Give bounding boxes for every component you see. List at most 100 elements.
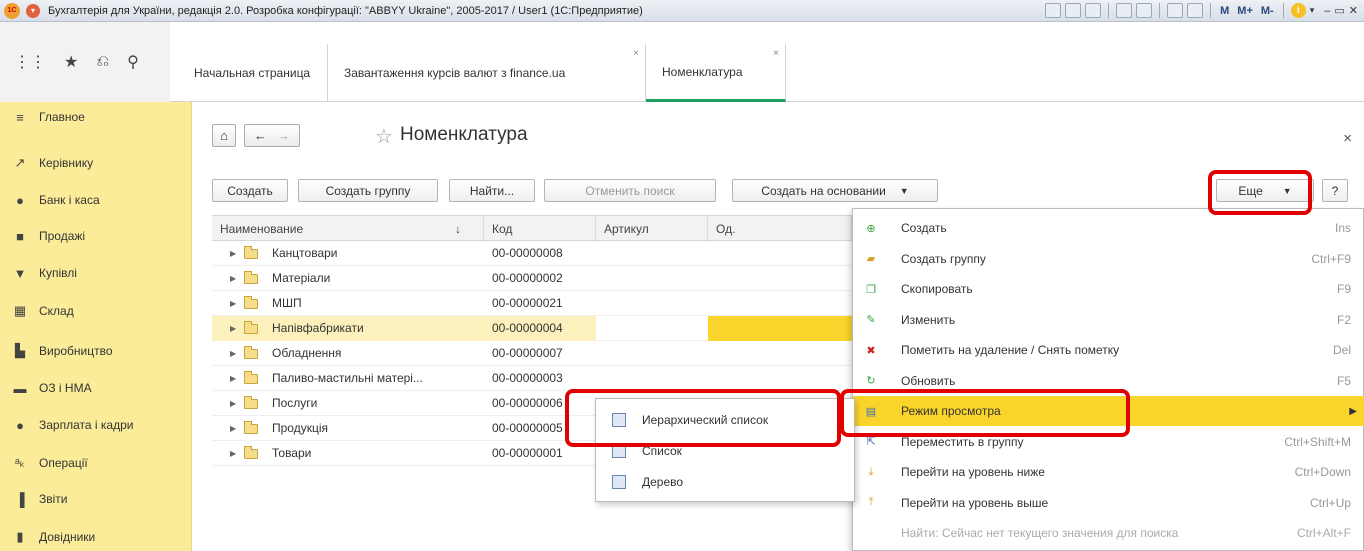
main-menu-dropdown-icon[interactable]: ▾ (26, 3, 40, 18)
row-article (596, 266, 708, 291)
history-icon[interactable]: ⎌ (96, 53, 109, 71)
menu-item-label: Изменить (901, 312, 956, 327)
tab-currency-load[interactable]: Завантаження курсів валют з finance.ua × (328, 44, 646, 102)
preview-icon[interactable] (1085, 3, 1102, 18)
minimize-icon[interactable]: – (1324, 5, 1330, 17)
table-row[interactable]: ▶ МШП 00-00000021 (212, 291, 852, 316)
column-header-unit[interactable]: Од. (708, 216, 852, 242)
sidebar-item-directories[interactable]: ▮ Довідники (0, 527, 95, 547)
menu-item-2[interactable]: ▰ Создать группу Ctrl+F9 (853, 244, 1364, 274)
sidebar-item-bank[interactable]: ● Банк і каса (0, 190, 100, 210)
app-logo-icon[interactable]: 1C (4, 2, 20, 19)
menu-item-4[interactable]: ✎ Изменить F2 (853, 305, 1364, 335)
sidebar-item-fixed-assets[interactable]: ▬ ОЗ і НМА (0, 378, 92, 398)
close-tab-icon[interactable]: × (633, 48, 639, 59)
menu-item-label: Скопировать (901, 282, 973, 296)
bar-chart-icon: ▐ (15, 491, 25, 507)
expand-arrow-icon[interactable]: ▶ (230, 391, 236, 416)
row-name: Канцтовари (272, 246, 338, 260)
print-icon[interactable] (1065, 3, 1082, 18)
info-icon[interactable]: i (1290, 3, 1306, 18)
row-unit (708, 291, 852, 316)
copy-icon: ❐ (866, 283, 876, 296)
calendar-icon[interactable] (1187, 3, 1204, 18)
expand-arrow-icon[interactable]: ▶ (230, 366, 236, 391)
close-window-icon[interactable]: ✕ (1349, 4, 1358, 17)
menu-item-10[interactable]: ⤒ Перейти на уровень выше Ctrl+Up (853, 488, 1364, 518)
calculator-icon[interactable] (1167, 3, 1184, 18)
menu-item-1[interactable]: ⊕ Создать Ins (853, 213, 1364, 243)
back-arrow-icon[interactable]: ← (254, 128, 267, 143)
menu-item-5[interactable]: ✖ Пометить на удаление / Снять пометку Del (853, 335, 1364, 365)
find-button[interactable]: Найти... (449, 179, 535, 202)
home-button[interactable]: ⌂ (212, 124, 236, 147)
back-forward-buttons[interactable]: ← → (244, 124, 300, 147)
row-code: 00-00000021 (492, 296, 563, 310)
menu-item-label: Перейти на уровень ниже (901, 465, 1045, 479)
search-icon[interactable]: ⚲ (127, 52, 139, 72)
apps-grid-icon[interactable]: ⋮⋮ (14, 52, 46, 72)
create-based-button[interactable]: Создать на основании ▼ (732, 179, 938, 202)
highlight-view-mode (840, 389, 1130, 437)
view-mode-label: Дерево (642, 475, 684, 489)
close-tab-icon[interactable]: × (773, 48, 779, 59)
memory-m-button[interactable]: M (1218, 5, 1231, 17)
menu-item-shortcut: F9 (1336, 282, 1351, 296)
sidebar-item-reports[interactable]: ▐ Звіти (0, 489, 67, 509)
sidebar-item-purchases[interactable]: ▼ Купівлі (0, 263, 77, 283)
sidebar-item-operations[interactable]: ᵃₖ Операції (0, 453, 88, 473)
sidebar-item-production[interactable]: ▙ Виробництво (0, 341, 113, 361)
menu-item-11[interactable]: Найти: Сейчас нет текущего значения для … (853, 518, 1364, 548)
table-row[interactable]: ▶ Обладнення 00-00000007 (212, 341, 852, 366)
cancel-search-button[interactable]: Отменить поиск (544, 179, 716, 202)
menu-item-label: Найти: Сейчас нет текущего значения для … (901, 526, 1179, 540)
sidebar-item-salary[interactable]: ● Зарплата і кадри (0, 415, 133, 435)
menu-item-shortcut: Ctrl+Shift+M (1284, 434, 1351, 449)
create-group-button[interactable]: Создать группу (298, 179, 438, 202)
tab-nomenclature[interactable]: Номенклатура × (646, 44, 786, 102)
table-row[interactable]: ▶ Напівфабрикати 00-00000004 (212, 316, 852, 341)
info-dropdown-icon[interactable]: ▾ (1310, 5, 1315, 16)
home-icon[interactable] (1136, 3, 1153, 18)
sidebar-item-main[interactable]: ≡ Главное (0, 107, 85, 127)
row-name: Паливо-мастильні матері... (272, 371, 423, 385)
menu-item-shortcut: Ctrl+F9 (1311, 251, 1351, 266)
favorite-star-icon[interactable]: ☆ (375, 124, 393, 149)
row-article (596, 291, 708, 316)
favorites-star-icon[interactable]: ★ (64, 52, 78, 72)
memory-m-plus-button[interactable]: M+ (1235, 5, 1255, 17)
help-button[interactable]: ? (1322, 179, 1348, 202)
close-form-icon[interactable]: × (1343, 130, 1352, 147)
expand-arrow-icon[interactable]: ▶ (230, 441, 236, 466)
sidebar-item-sales[interactable]: ■ Продажі (0, 226, 85, 246)
view-mode-item-3[interactable]: Дерево (596, 467, 856, 497)
expand-arrow-icon[interactable]: ▶ (230, 341, 236, 366)
maximize-icon[interactable]: ▭ (1334, 4, 1344, 17)
menu-item-3[interactable]: ❐ Скопировать F9 (853, 274, 1364, 304)
table-row[interactable]: ▶ Матеріали 00-00000002 (212, 266, 852, 291)
expand-arrow-icon[interactable]: ▶ (230, 266, 236, 291)
expand-arrow-icon[interactable]: ▶ (230, 416, 236, 441)
expand-arrow-icon[interactable]: ▶ (230, 316, 236, 341)
table-header: Наименование ↓ Код Артикул Од. (212, 215, 852, 242)
forward-arrow-icon[interactable]: → (277, 128, 290, 143)
row-name: Товари (272, 446, 312, 460)
plus-circle-icon: ⊕ (866, 222, 876, 235)
tab-home[interactable]: Начальная страница (178, 44, 328, 102)
table-row[interactable]: ▶ Канцтовари 00-00000008 (212, 241, 852, 266)
expand-arrow-icon[interactable]: ▶ (230, 241, 236, 266)
column-header-article[interactable]: Артикул (596, 216, 708, 242)
menu-item-9[interactable]: ⤓ Перейти на уровень ниже Ctrl+Down (853, 457, 1364, 487)
column-header-code[interactable]: Код (484, 216, 596, 242)
save-icon[interactable] (1045, 3, 1062, 18)
menu-item-label: Пометить на удаление / Снять пометку (901, 343, 1120, 357)
column-header-name[interactable]: Наименование ↓ (212, 216, 484, 242)
expand-arrow-icon[interactable]: ▶ (230, 291, 236, 316)
sidebar-item-warehouse[interactable]: ▦ Склад (0, 301, 74, 321)
sidebar-item-manager[interactable]: ↗ Керівнику (0, 153, 94, 173)
table-row[interactable]: ▶ Паливо-мастильні матері... 00-00000003 (212, 366, 852, 391)
favorites-icon[interactable] (1116, 3, 1133, 18)
create-button[interactable]: Создать (212, 179, 288, 202)
row-code: 00-00000002 (492, 271, 563, 285)
memory-m-minus-button[interactable]: M- (1259, 5, 1276, 17)
